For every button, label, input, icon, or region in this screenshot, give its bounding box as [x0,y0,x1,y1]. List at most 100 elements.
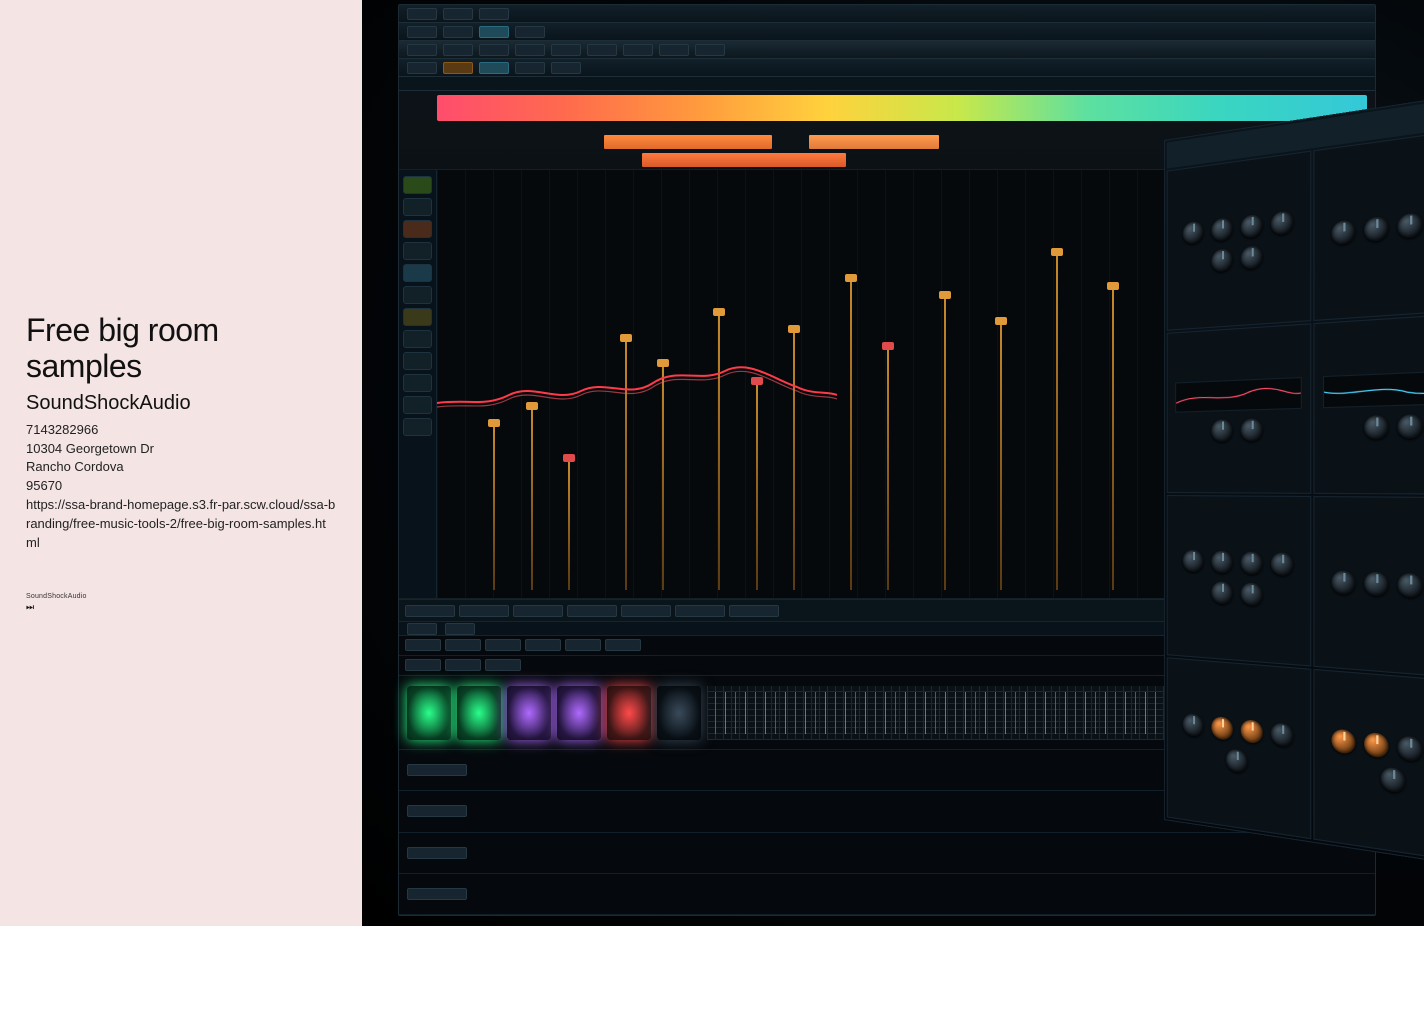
track-button [403,286,432,304]
audio-clip [642,153,847,167]
page-url: https://ssa-brand-homepage.s3.fr-par.scw… [26,496,336,553]
zip-code: 95670 [26,477,336,496]
knob-icon [1211,248,1232,273]
chip [485,659,521,671]
chip [443,8,473,20]
knob-icon [1211,550,1232,573]
chip [459,605,509,617]
chip [605,639,641,651]
chip [407,26,437,38]
drum-pad [407,686,451,740]
knob-icon [1381,766,1406,793]
drum-pad [657,686,701,740]
chip [407,764,467,776]
knob-icon [1241,214,1263,239]
knob-icon [1364,732,1388,759]
knob-icon [1226,748,1248,773]
knob-icon [1241,719,1263,744]
ruler [399,77,1375,91]
rack-panel [1313,669,1424,865]
track-button [403,374,432,392]
chip [551,44,581,56]
footer-brand: SoundShockAudio [26,593,336,600]
knob-icon [1183,220,1204,245]
knob-icon [1331,570,1355,595]
audio-clip [809,135,939,149]
chip [565,639,601,651]
knob-icon [1211,217,1232,242]
knob-icon [1241,245,1263,270]
daw-illustration [362,0,1424,926]
page-title: Free big room samples [26,313,336,383]
chip [695,44,725,56]
phone-number: 7143282966 [26,421,336,440]
knob-icon [1398,212,1423,239]
track-button [403,242,432,260]
chip [479,8,509,20]
chip [407,62,437,74]
chip [485,639,521,651]
chip [443,44,473,56]
chip [407,623,437,635]
knob-icon [1183,550,1204,573]
knob-icon [1398,414,1423,439]
drum-pad [607,686,651,740]
skip-icon: ⏭ [26,602,336,613]
rack-panel [1167,151,1311,331]
knob-icon [1271,210,1294,236]
chip [405,659,441,671]
chip [407,44,437,56]
chip [443,26,473,38]
knob-icon [1211,716,1232,741]
knob-icon [1241,418,1263,441]
rack-panel [1167,495,1311,667]
chip [515,26,545,38]
knob-icon [1183,713,1204,738]
chip [587,44,617,56]
rack-panel [1313,312,1424,495]
track-button [403,418,432,436]
footer-block: SoundShockAudio ⏭ [26,593,336,613]
chip [407,8,437,20]
chip [479,62,509,74]
chip [567,605,617,617]
knob-icon [1331,219,1355,245]
chip [621,605,671,617]
drum-pad [507,686,551,740]
chip [551,62,581,74]
audio-clip [604,135,771,149]
knob-icon [1211,419,1232,442]
track-button [403,396,432,414]
knob-icon [1271,552,1294,576]
chip [479,26,509,38]
knob-icon [1364,572,1388,597]
waveform-line [437,347,837,427]
drum-pad [557,686,601,740]
spectrum-strip [437,95,1367,121]
tabbar [399,59,1375,77]
chip [513,605,563,617]
chip [479,44,509,56]
mini-waveform [1175,377,1302,413]
info-panel: Free big room samples SoundShockAudio 71… [0,0,362,926]
track-button [403,330,432,348]
track-button [403,176,432,194]
chip [445,623,475,635]
knob-icon [1398,573,1423,599]
rack-panel [1167,323,1311,494]
track-sidebar [399,170,437,598]
chip [623,44,653,56]
knob-icon [1241,551,1263,575]
knob-icon [1211,581,1232,605]
titlebar [399,5,1375,23]
rack-panel [1167,657,1311,839]
chip [405,639,441,651]
knob-icon [1241,582,1263,606]
chip [445,639,481,651]
menubar [399,23,1375,41]
track-button [403,264,432,282]
toolbar [399,41,1375,59]
chip [659,44,689,56]
chip [405,605,455,617]
track-button [403,352,432,370]
